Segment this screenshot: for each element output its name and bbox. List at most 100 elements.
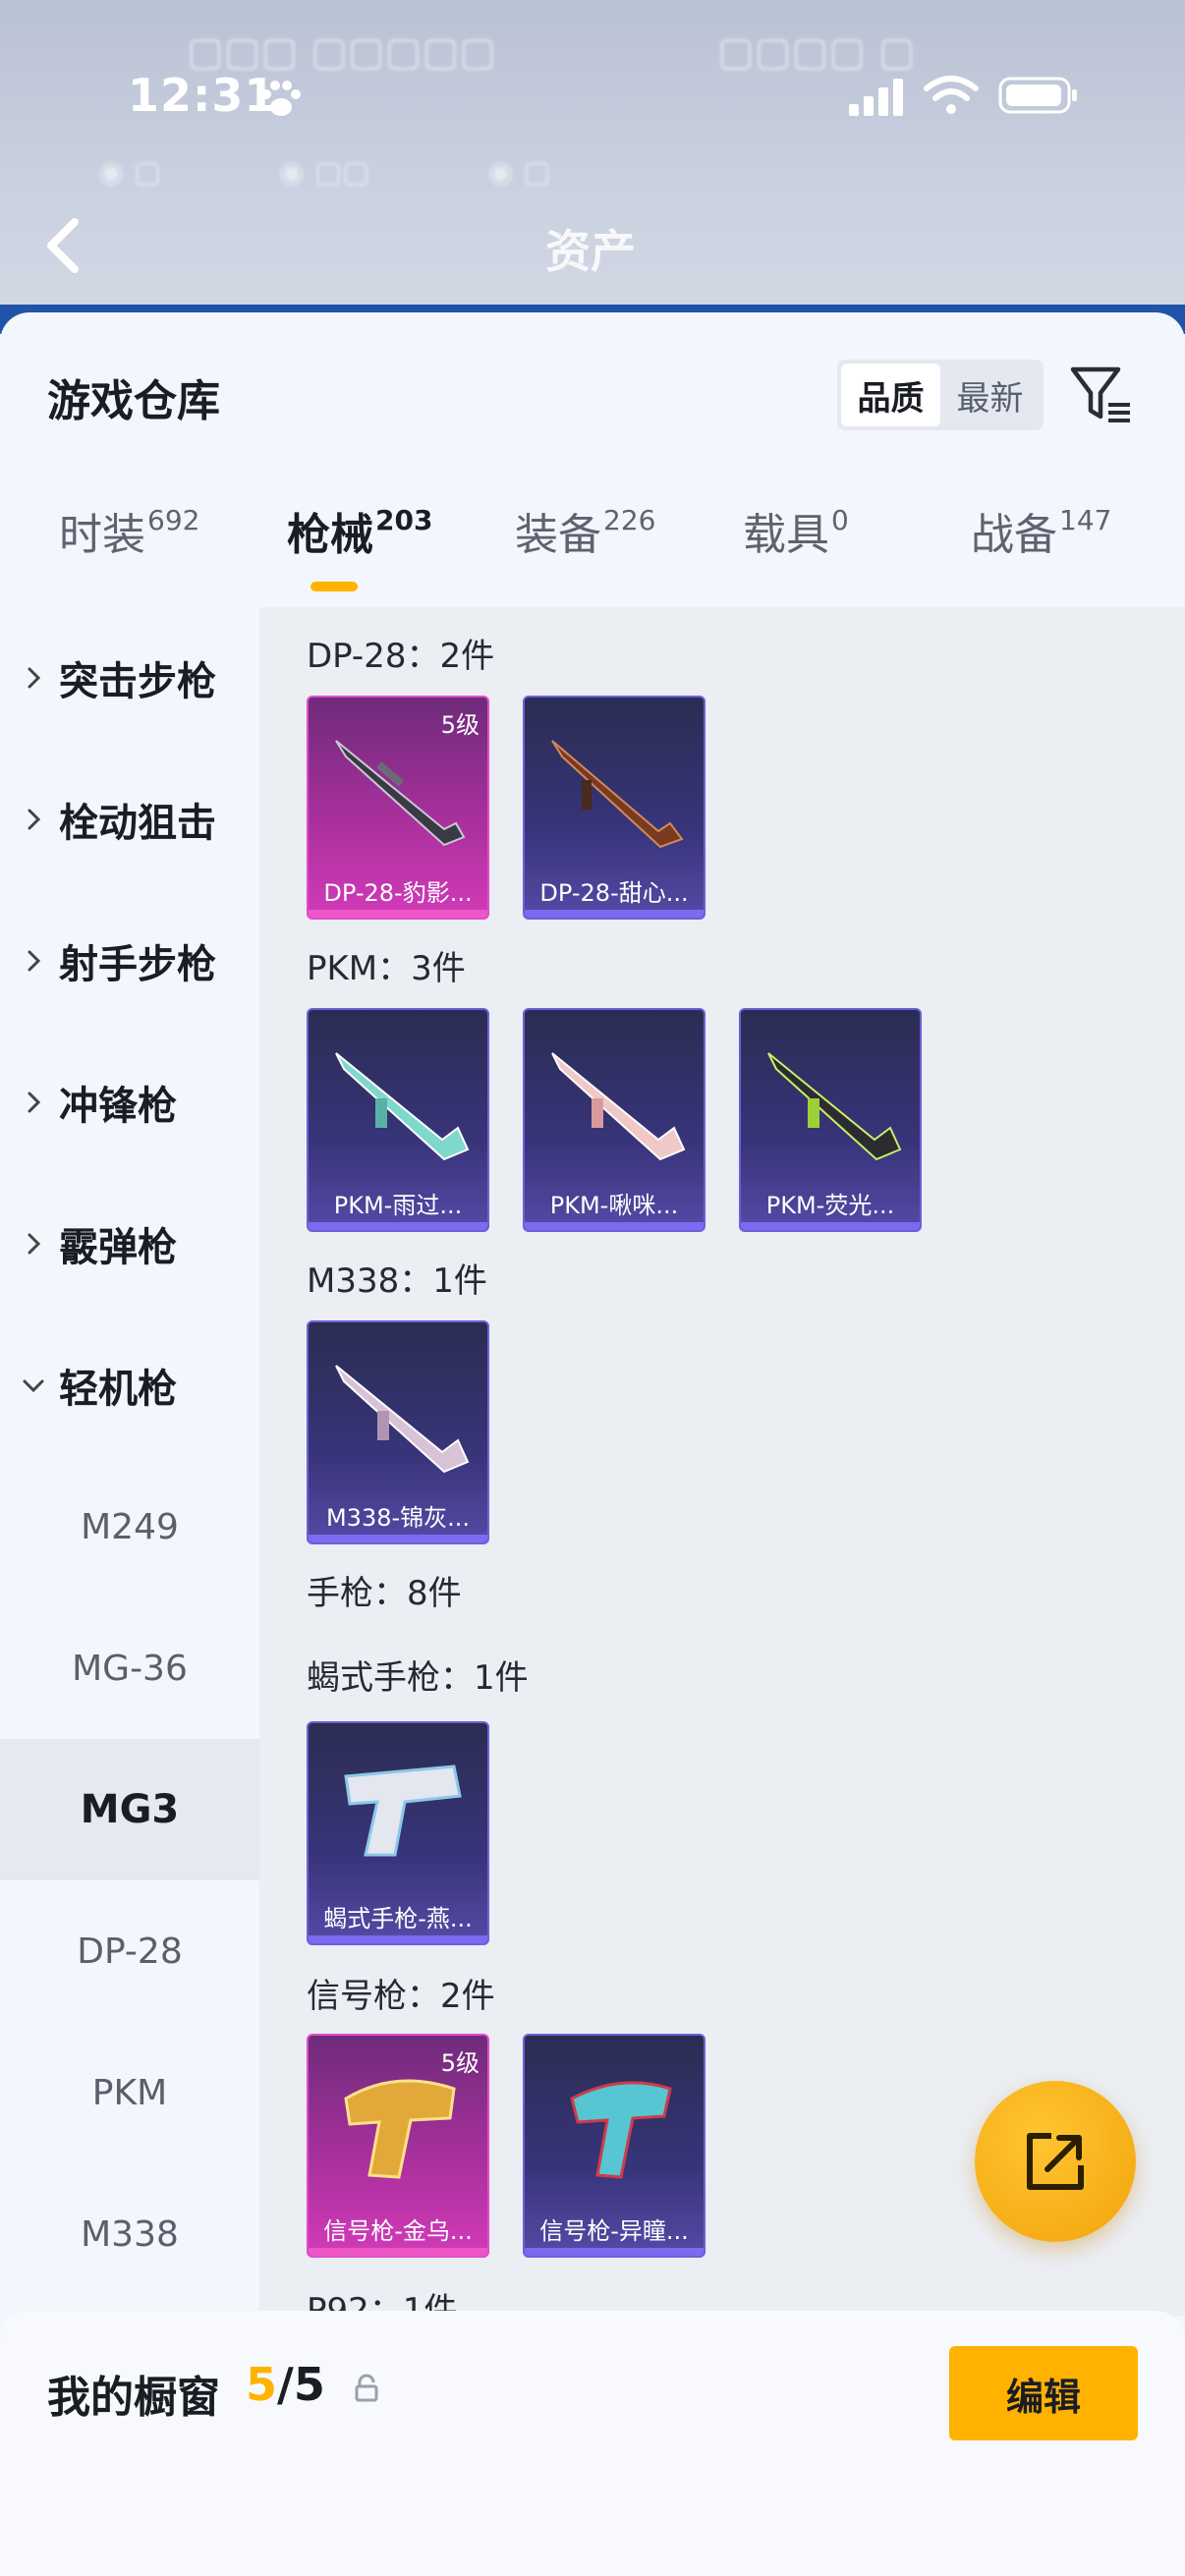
tab-equipment[interactable]: 装备226 [515,499,655,597]
item-card[interactable]: 蝎式手枪-燕... [307,1721,489,1945]
subcategory-mg36[interactable]: MG-36 [0,1597,259,1739]
tab-label: 战备 [971,510,1057,560]
showcase-separator: / [277,2358,294,2411]
category-label: 突击步枪 [59,659,216,704]
item-card[interactable]: M338-锦灰... [307,1320,489,1544]
tab-gear[interactable]: 战备147 [971,499,1111,597]
item-name: 蝎式手枪-燕... [323,1905,473,1932]
item-name: DP-28-豹影... [323,879,473,907]
tab-vehicles[interactable]: 载具0 [743,499,849,597]
rarity-bar [525,1222,704,1230]
item-card[interactable]: DP-28-甜心... [523,696,705,920]
category-marksman-rifle[interactable]: 射手步枪 [0,890,259,1032]
rarity-bar [525,2248,704,2256]
sort-quality-option[interactable]: 品质 [841,364,940,426]
group-title: 蝎式手枪：1件 [307,1658,529,1698]
signal-icon [849,79,903,116]
tab-firearms[interactable]: 枪械203 [287,499,432,597]
subcategory-m338[interactable]: M338 [0,2163,259,2305]
tab-count: 147 [1059,504,1112,536]
rarity-bar [309,2248,487,2256]
item-card[interactable]: PKM-雨过... [307,1008,489,1232]
item-card[interactable]: 5级 信号枪-金乌... [307,2034,489,2258]
tab-count: 203 [375,504,433,536]
tab-label: 装备 [515,510,601,560]
chevron-right-icon [28,1233,41,1255]
item-card[interactable]: 信号枪-异瞳... [523,2034,705,2258]
share-button[interactable] [975,2081,1136,2242]
showcase-count: 5/5 [246,2358,325,2411]
item-name: 信号枪-异瞳... [539,2217,689,2245]
lmg-icon [335,740,466,847]
wifi-icon [924,76,979,114]
lmg-icon [767,1052,902,1161]
group-title: 手枪：8件 [307,1574,462,1613]
group-title: 信号枪：2件 [307,1977,495,2016]
showcase-bar: 我的橱窗 5/5 编辑 [0,2311,1185,2576]
item-name: PKM-啾咪... [549,1192,679,1219]
subcategory-pkm[interactable]: PKM [0,2022,259,2163]
item-name: 信号枪-金乌... [323,2217,473,2245]
subcategory-dp28[interactable]: DP-28 [0,1880,259,2022]
tab-label: 枪械 [287,510,373,560]
back-icon[interactable] [39,216,88,275]
showcase-current: 5 [246,2358,278,2411]
share-icon [1027,2133,1084,2190]
sheet-title: 游戏仓库 [47,376,220,426]
status-time: 12:31 [128,69,277,122]
battery-icon [998,77,1077,114]
sort-newest-option[interactable]: 最新 [940,364,1040,426]
tab-label: 载具 [743,510,829,560]
filter-icon[interactable] [1069,362,1134,426]
item-name: PKM-雨过... [333,1192,463,1219]
group-title: DP-28：2件 [307,637,495,676]
category-bolt-sniper[interactable]: 栓动狙击 [0,749,259,890]
warehouse-sheet: 游戏仓库 品质 最新 时装692 枪械203 装备226 载具0 战备147 突 [0,312,1185,2576]
item-list: DP-28：2件 5级 DP-28-豹影... DP-28-甜心... PKM：… [259,607,1185,2317]
rarity-bar [309,1935,487,1943]
tab-label: 时装 [59,510,145,560]
flare-gun-icon [344,2079,456,2179]
category-label: 冲锋枪 [59,1084,177,1129]
rarity-bar [525,910,704,918]
chevron-right-icon [28,950,41,972]
background-blur-text: ◉ ▢ ◉ ▢▢ ◉ ▢ [98,155,551,190]
lmg-icon [335,1365,470,1474]
subcategory-m249[interactable]: M249 [0,1456,259,1597]
category-label: 栓动狙击 [59,801,216,846]
tab-count: 692 [147,504,200,536]
background-page-header: 12:31 ▢▢▢ ▢▢▢▢▢ ▢▢▢▢ ▢ ◉ ▢ ◉ ▢▢ ◉ ▢ 资产 [0,0,1185,324]
subcategory-mg3[interactable]: MG3 [0,1739,259,1880]
rarity-bar [741,1222,920,1230]
tab-fashion[interactable]: 时装692 [59,499,199,597]
category-shotgun[interactable]: 霰弹枪 [0,1173,259,1315]
item-card[interactable]: PKM-荧光... [739,1008,922,1232]
item-name: PKM-荧光... [765,1192,895,1219]
category-tabs: 时装692 枪械203 装备226 载具0 战备147 [0,499,1185,607]
paw-icon [261,81,301,116]
rarity-bar [309,1535,487,1542]
tab-count: 226 [603,504,656,536]
rarity-bar [309,1222,487,1230]
background-blur-text: ▢▢▢▢ ▢ [717,29,916,75]
showcase-label: 我的橱窗 [47,2373,220,2423]
category-lmg[interactable]: 轻机枪 [0,1315,259,1456]
sort-toggle: 品质 最新 [837,360,1044,430]
category-nav: 突击步枪 栓动狙击 射手步枪 冲锋枪 霰弹枪 轻机枪 M249 MG-36 MG… [0,607,259,2576]
category-assault-rifle[interactable]: 突击步枪 [0,607,259,749]
category-label: 轻机枪 [59,1367,177,1412]
category-smg[interactable]: 冲锋枪 [0,1032,259,1173]
chevron-right-icon [28,667,41,689]
active-tab-indicator [310,582,358,591]
lmg-icon [551,1052,686,1161]
edit-button[interactable]: 编辑 [949,2346,1138,2440]
group-title: M338：1件 [307,1261,487,1301]
showcase-total: 5 [293,2358,325,2411]
item-card[interactable]: PKM-啾咪... [523,1008,705,1232]
chevron-right-icon [28,1092,41,1113]
level-badge: 5级 [440,711,480,739]
pistol-icon [344,1764,462,1857]
chevron-down-icon [23,1379,44,1393]
category-label: 射手步枪 [59,942,216,987]
item-card[interactable]: 5级 DP-28-豹影... [307,696,489,920]
